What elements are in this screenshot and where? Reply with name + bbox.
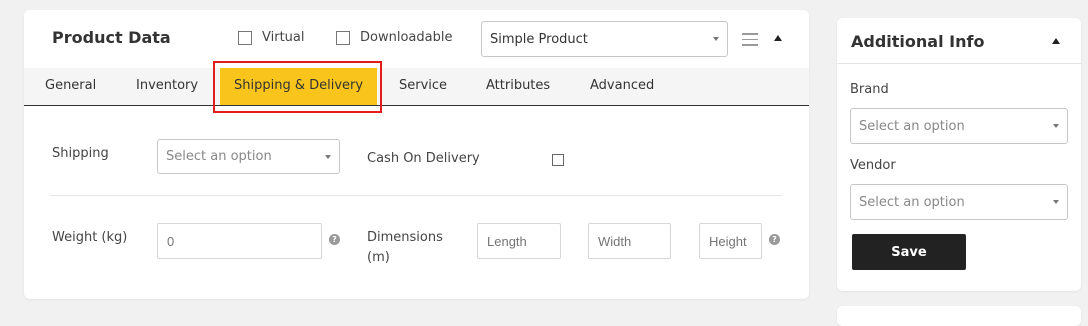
virtual-checkbox[interactable]: Virtual [238,30,304,45]
shipping-label: Shipping [52,146,109,161]
brand-select[interactable]: Select an option [850,108,1068,144]
dimensions-label-line2: (m) [367,250,390,265]
brand-label: Brand [850,82,889,97]
tab-advanced[interactable]: Advanced [590,68,654,105]
downloadable-checkbox[interactable]: Downloadable [336,30,452,45]
vendor-select-placeholder: Select an option [859,194,965,210]
checkbox-icon[interactable] [238,30,252,45]
cod-checkbox[interactable] [552,154,564,166]
next-panel [837,306,1081,326]
help-icon[interactable]: ? [329,234,340,245]
dropdown-caret-icon [1053,124,1059,128]
virtual-label: Virtual [262,30,305,45]
additional-info-panel: Additional Info Brand Select an option V… [837,18,1081,291]
tab-shipping-delivery[interactable]: Shipping & Delivery [220,68,378,105]
tab-service[interactable]: Service [399,68,447,105]
downloadable-label: Downloadable [360,30,453,45]
hamburger-icon[interactable] [742,33,758,50]
shipping-select[interactable]: Select an option [157,139,340,174]
tab-general[interactable]: General [45,68,96,105]
weight-input[interactable] [157,223,322,259]
vendor-select[interactable]: Select an option [850,184,1068,220]
cod-label: Cash On Delivery [367,151,480,166]
vendor-label: Vendor [850,158,896,173]
product-type-value: Simple Product [490,31,588,47]
dimensions-label-line1: Dimensions [367,230,443,245]
dropdown-caret-icon [1053,200,1059,204]
width-input[interactable] [588,223,671,259]
checkbox-icon[interactable] [336,30,350,45]
weight-label: Weight (kg) [52,230,128,245]
brand-select-placeholder: Select an option [859,118,965,134]
tab-inventory[interactable]: Inventory [136,68,198,105]
product-data-panel: Product Data Virtual Downloadable Simple… [24,10,809,299]
collapse-caret-icon[interactable] [1052,38,1060,44]
additional-info-title: Additional Info [851,32,985,51]
length-input[interactable] [477,223,561,259]
product-tabs: General Inventory Shipping & Delivery Se… [24,68,809,106]
shipping-select-placeholder: Select an option [166,149,272,164]
save-button[interactable]: Save [852,234,966,270]
dropdown-caret-icon [325,154,331,159]
collapse-caret-icon[interactable] [774,35,782,41]
header-divider [837,63,1081,64]
help-icon[interactable]: ? [769,234,780,245]
section-divider [50,195,782,196]
height-input[interactable] [699,223,762,259]
product-type-select[interactable]: Simple Product [481,21,728,57]
tab-attributes[interactable]: Attributes [486,68,550,105]
product-data-title: Product Data [52,28,171,47]
dropdown-caret-icon [713,37,719,41]
dimensions-label: Dimensions (m) [367,228,443,268]
